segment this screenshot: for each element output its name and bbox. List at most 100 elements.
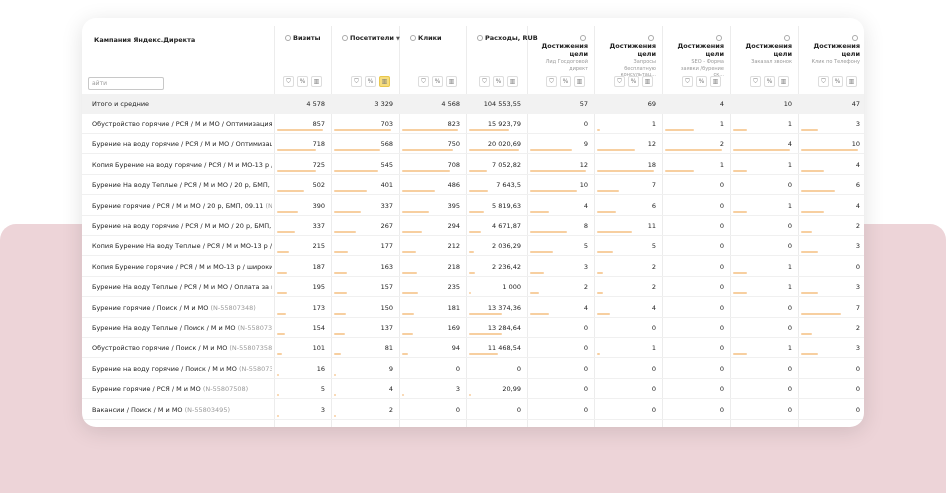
value-bar [469, 190, 488, 193]
value-bar [402, 251, 416, 254]
value-bar [801, 190, 835, 193]
table-row[interactable]: Обустройство горячие / РСЯ / М и МО / Оп… [82, 114, 864, 134]
chart-icon[interactable]: ▥ [311, 76, 322, 87]
chart-icon[interactable]: ▥ [507, 76, 518, 87]
metric-cell: 6 [651, 201, 656, 210]
filter-icon[interactable]: ⛉ [614, 76, 625, 87]
totals-cell: 104 553,55 [483, 100, 521, 108]
totals-cell: 47 [851, 100, 860, 108]
goal-column-subtitle: Заказал звонок [751, 59, 792, 65]
chart-icon[interactable]: ▥ [574, 76, 585, 87]
percent-icon[interactable]: % [628, 76, 639, 87]
metric-cell: 3 [320, 405, 325, 414]
chart-icon[interactable]: ▥ [446, 76, 457, 87]
campaign-name[interactable]: Бурение На воду Теплые / Поиск / М и МО … [92, 324, 272, 332]
percent-icon[interactable]: % [832, 76, 843, 87]
metric-cell: 215 [312, 242, 325, 251]
chart-icon[interactable]: ▥ [846, 76, 857, 87]
column-header[interactable]: Посетители ▼ [342, 34, 400, 43]
table-row[interactable]: Бурение на воду горячие / Поиск / М и МО… [82, 359, 864, 379]
campaign-name[interactable]: Копия Бурение на воду горячие / РСЯ / М … [92, 161, 272, 169]
column-header[interactable]: Визиты [285, 34, 321, 42]
table-row[interactable]: Бурение На воду Теплые / РСЯ / М и МО / … [82, 175, 864, 196]
percent-icon[interactable]: % [297, 76, 308, 87]
chart-icon[interactable]: ▥ [379, 76, 390, 87]
campaign-name-text: Обустройство горячие / Поиск / М и МО [92, 344, 230, 353]
percent-icon[interactable]: % [432, 76, 443, 87]
goal-column-header[interactable]: Достижения цели Клик по Телефону [809, 34, 860, 66]
campaign-name[interactable]: Вакансии / Поиск / М и МО (N-55803495) [92, 406, 272, 414]
campaign-name[interactable]: Обустройство горячие / РСЯ / М и МО / Оп… [92, 120, 272, 128]
table-row[interactable]: Бурение На воду Теплые / РСЯ / М и МО / … [82, 277, 864, 298]
totals-cell: 4 568 [441, 100, 460, 108]
metric-cell: 568 [380, 140, 393, 149]
table-row[interactable]: Бурение на воду горячие / РСЯ / М и МО /… [82, 134, 864, 155]
percent-icon[interactable]: % [365, 76, 376, 87]
chart-icon[interactable]: ▥ [778, 76, 789, 87]
filter-icon[interactable]: ⛉ [351, 76, 362, 87]
filter-icon[interactable]: ⛉ [283, 76, 294, 87]
value-bar [597, 271, 603, 274]
chart-icon[interactable]: ▥ [710, 76, 721, 87]
goal-column-header[interactable]: Достижения цели Запросы бесплатную консул… [605, 34, 656, 79]
campaign-search-input[interactable] [88, 77, 164, 90]
table-row[interactable]: Вакансии / Поиск / М и МО (N-55803495) 3 2… [82, 400, 864, 420]
campaign-name[interactable]: Бурение горячие / РСЯ / М и МО / 20 р, Б… [92, 202, 272, 210]
table-row[interactable]: Бурение горячие / РСЯ / М и МО (N-558075… [82, 379, 864, 400]
filter-icon[interactable]: ⛉ [546, 76, 557, 87]
value-bar [469, 292, 471, 295]
table-row[interactable]: Копия Бурение на воду горячие / РСЯ / М … [82, 155, 864, 175]
percent-icon[interactable]: % [560, 76, 571, 87]
campaign-name[interactable]: Бурение на воду горячие / РСЯ / М и МО /… [92, 222, 272, 230]
metric-cell: 502 [312, 181, 325, 190]
campaign-name[interactable]: Бурение На воду Теплые / РСЯ / М и МО / … [92, 283, 272, 291]
campaign-name[interactable]: Обустройство горячие / Поиск / М и МО (N… [92, 344, 272, 352]
metric-cell: 1 [787, 344, 792, 353]
metric-cell: 1 [787, 201, 792, 210]
metric-cell: 181 [447, 303, 460, 312]
metric-cell: 0 [719, 242, 724, 251]
percent-icon[interactable]: % [764, 76, 775, 87]
table-row[interactable]: Обустройство горячие / Поиск / М и МО (N… [82, 338, 864, 359]
campaign-name[interactable]: Бурение горячие / РСЯ / М и МО (N-558075… [92, 385, 272, 393]
chart-icon[interactable]: ▥ [642, 76, 653, 87]
filter-icon[interactable]: ⛉ [479, 76, 490, 87]
filter-icon[interactable]: ⛉ [750, 76, 761, 87]
campaign-name[interactable]: Бурение на воду горячие / Поиск / М и МО… [92, 365, 272, 373]
table-row[interactable]: Копия Бурение На воду Теплые / РСЯ / М и… [82, 236, 864, 257]
goal-column-header[interactable]: Достижения цели Лид Госдоговой директ [538, 34, 588, 72]
campaign-name[interactable]: Бурение горячие / Поиск / М и МО (N-5580… [92, 304, 272, 312]
value-bar [530, 149, 572, 152]
campaign-name[interactable]: Бурение на воду горячие / РСЯ / М и МО /… [92, 140, 272, 148]
value-bar [597, 210, 616, 213]
table-row[interactable]: Бурение На воду Теплые / Поиск / М и МО … [82, 318, 864, 338]
metric-cell: 10 [579, 181, 588, 190]
metric-cell: 0 [583, 385, 588, 394]
percent-icon[interactable]: % [493, 76, 504, 87]
value-bar [334, 210, 361, 213]
goal-column-header[interactable]: Достижения цели Заказал звонок [741, 34, 792, 66]
percent-icon[interactable]: % [696, 76, 707, 87]
table-row[interactable]: Бурение горячие / РСЯ / М и МО / 20 р, Б… [82, 196, 864, 216]
campaign-name[interactable]: Копия Бурение На воду Теплые / РСЯ / М и… [92, 242, 272, 250]
campaign-name-text: Бурение На воду Теплые / Поиск / М и МО [92, 324, 238, 332]
campaign-name[interactable]: Копия Бурение горячие / РСЯ / М и МО-13 … [92, 263, 272, 271]
filter-icon[interactable]: ⛉ [418, 76, 429, 87]
table-row[interactable]: Бурение горячие / Поиск / М и МО (N-5580… [82, 298, 864, 318]
column-header[interactable]: Расходы, RUB [477, 34, 538, 42]
filter-icon[interactable]: ⛉ [682, 76, 693, 87]
goal-column-header[interactable]: Достижения цели SEO - Форма заявки /бурен… [673, 34, 724, 79]
metric-cell: 0 [583, 405, 588, 414]
table-row[interactable]: Бурение на воду горячие / РСЯ / М и МО /… [82, 216, 864, 236]
column-toolbar: ⛉% ▥ [818, 76, 857, 88]
campaign-name[interactable]: Бурение На воду Теплые / РСЯ / М и МО / … [92, 181, 272, 189]
value-bar [277, 129, 323, 131]
metric-cell: 718 [312, 140, 325, 149]
filter-icon[interactable]: ⛉ [818, 76, 829, 87]
column-header[interactable]: Клики [410, 34, 442, 42]
metric-cell: 235 [447, 283, 460, 292]
table-row[interactable]: Копия Бурение горячие / РСЯ / М и МО-13 … [82, 257, 864, 277]
value-bar [402, 333, 413, 335]
metric-cell: 0 [787, 181, 792, 190]
metric-cell: 390 [312, 201, 325, 210]
